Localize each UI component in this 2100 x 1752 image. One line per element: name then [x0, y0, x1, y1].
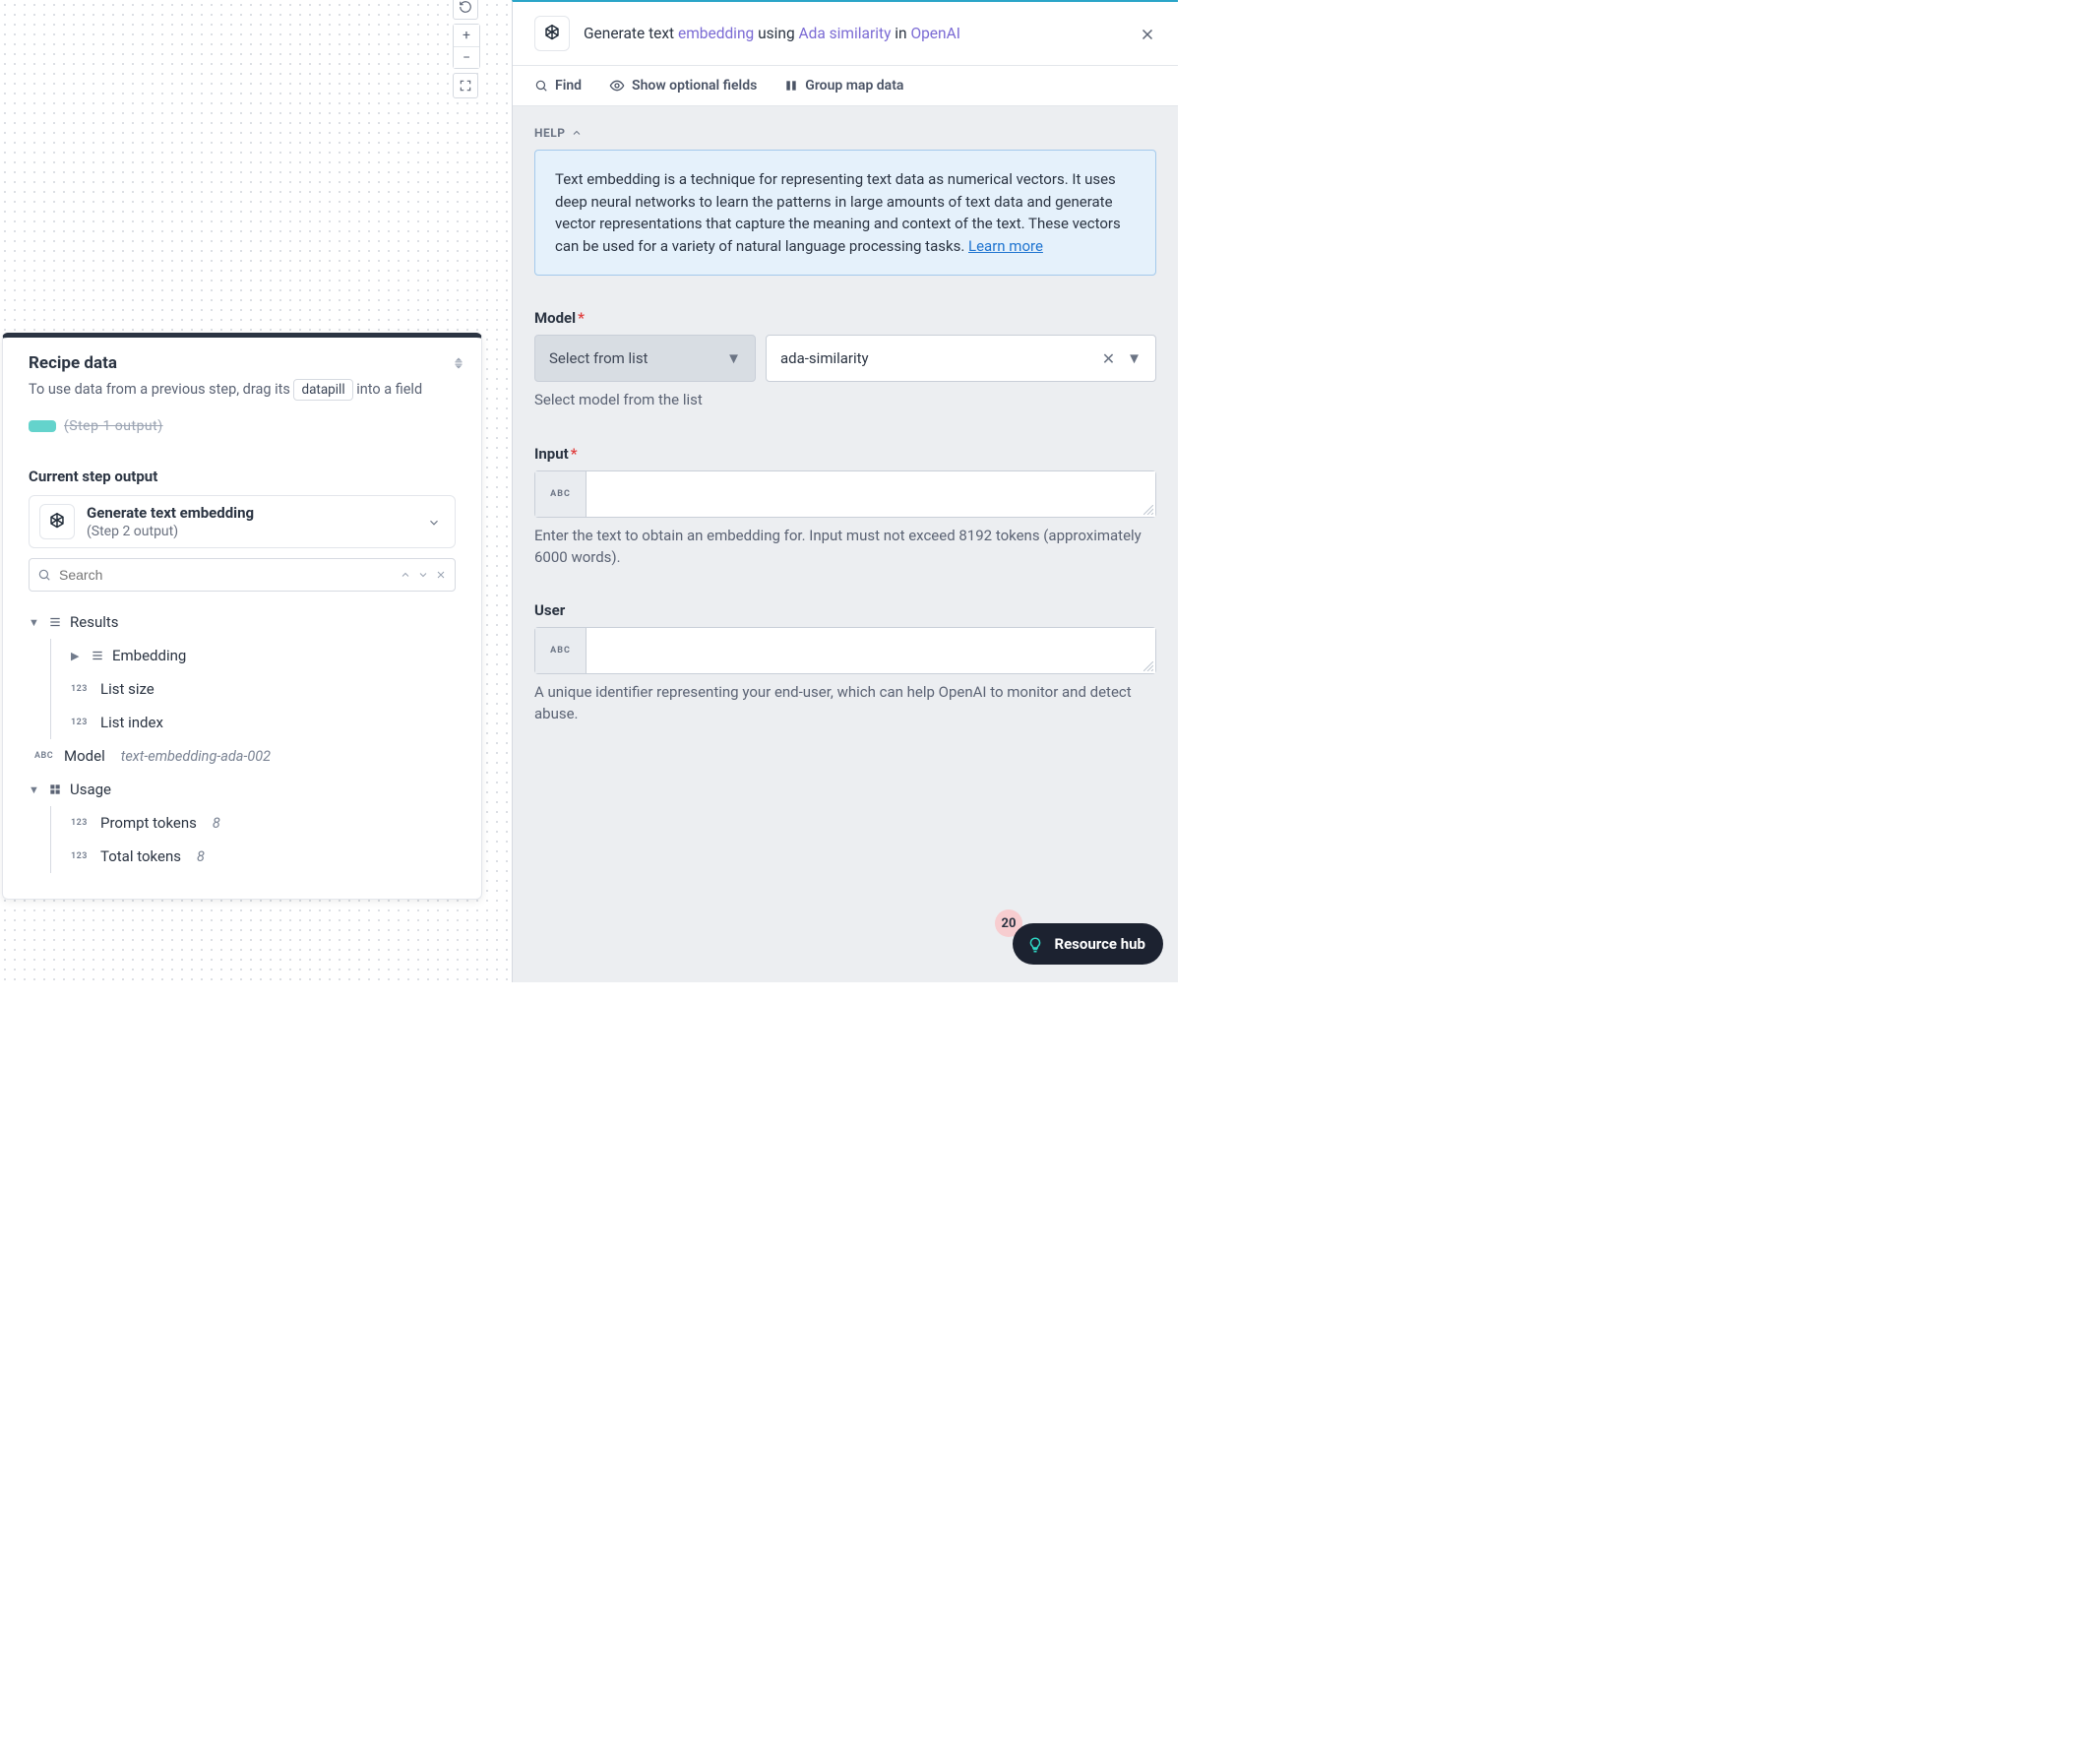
openai-logo-icon [534, 16, 570, 51]
model-field: Model* Select from list ▼ ada-similarity… [534, 309, 1156, 411]
input-label: Input* [534, 445, 1156, 463]
tree-node-list-size[interactable]: 123 List size [71, 672, 463, 706]
step2-subtitle: (Step 2 output) [87, 524, 254, 539]
group-map-button[interactable]: Group map data [784, 78, 903, 94]
user-help: A unique identifier representing your en… [534, 682, 1156, 725]
close-button[interactable] [1139, 24, 1156, 44]
panel-title: Generate text embedding using Ada simila… [584, 25, 960, 42]
model-mode-select[interactable]: Select from list ▼ [534, 335, 756, 382]
learn-more-link[interactable]: Learn more [968, 237, 1043, 255]
step2-card[interactable]: Generate text embedding (Step 2 output) [29, 495, 456, 548]
settings-panel: Generate text embedding using Ada simila… [512, 0, 1178, 982]
clear-icon[interactable]: ✕ [1102, 349, 1115, 368]
help-box: Text embedding is a technique for repres… [534, 150, 1156, 276]
search-next-icon[interactable] [417, 567, 429, 583]
zoom-group: + − [453, 24, 480, 69]
step1-label: (Step 1 output) [64, 418, 163, 434]
model-value-select[interactable]: ada-similarity ✕ ▼ [766, 335, 1156, 382]
search-clear-icon[interactable] [435, 567, 447, 583]
tree-node-model[interactable]: ABC Model text-embedding-ada-002 [34, 739, 463, 773]
undo-button[interactable] [453, 0, 478, 20]
user-textarea[interactable] [587, 628, 1155, 673]
search-input[interactable] [59, 567, 394, 583]
type-number-icon: 123 [71, 818, 93, 828]
model-help: Select model from the list [534, 390, 1156, 411]
caret-down-icon: ▼ [29, 783, 40, 796]
zoom-out-button[interactable]: − [454, 46, 479, 68]
input-field: Input* ABC Enter the text to obtain an e… [534, 445, 1156, 569]
resize-handle-icon[interactable] [1143, 661, 1153, 671]
find-button[interactable]: Find [534, 78, 582, 94]
user-label: User [534, 601, 1156, 619]
step1-color-icon [29, 420, 56, 432]
tree-node-embedding[interactable]: ▶ Embedding [71, 639, 463, 672]
user-field: User ABC A unique identifier representin… [534, 601, 1156, 725]
type-number-icon: 123 [71, 718, 93, 727]
resize-handle-icon[interactable] [1143, 505, 1153, 515]
search-box[interactable] [29, 558, 456, 592]
zoom-in-button[interactable]: + [454, 25, 479, 46]
recipe-data-panel: Recipe data To use data from a previous … [2, 333, 482, 900]
search-prev-icon[interactable] [400, 567, 411, 583]
panel-drag-handle-icon[interactable] [452, 355, 465, 370]
type-number-icon: 123 [71, 684, 93, 694]
panel-header: Generate text embedding using Ada simila… [513, 2, 1178, 66]
caret-down-icon: ▼ [29, 616, 40, 629]
step2-title: Generate text embedding [87, 504, 254, 522]
show-optional-button[interactable]: Show optional fields [609, 78, 757, 94]
caret-down-icon: ▼ [726, 349, 741, 367]
type-string-icon: ABC [535, 471, 587, 517]
canvas-controls: + − [453, 0, 480, 98]
caret-down-icon: ▼ [1127, 349, 1142, 367]
output-tree: ▼ Results ▶ Embedding 123 List size 123 … [29, 605, 463, 873]
input-textarea[interactable] [587, 471, 1155, 517]
input-help: Enter the text to obtain an embedding fo… [534, 526, 1156, 569]
type-string-icon: ABC [34, 751, 56, 761]
list-icon [91, 649, 104, 662]
tree-node-list-index[interactable]: 123 List index [71, 706, 463, 739]
resource-hub-label: Resource hub [1054, 935, 1145, 953]
lightbulb-icon [1026, 934, 1044, 953]
recipe-data-subtitle: To use data from a previous step, drag i… [29, 379, 456, 401]
panel-toolbar: Find Show optional fields Group map data [513, 66, 1178, 106]
canvas-area[interactable]: + − Recipe data To use data from a previ… [0, 0, 512, 982]
help-section-title[interactable]: HELP [534, 126, 1156, 140]
caret-right-icon: ▶ [71, 650, 83, 662]
tree-node-usage[interactable]: ▼ Usage [29, 773, 463, 806]
model-label: Model* [534, 309, 1156, 327]
chevron-down-icon [427, 513, 441, 532]
recipe-data-title: Recipe data [29, 353, 456, 373]
current-step-output-heading: Current step output [29, 468, 456, 485]
type-number-icon: 123 [71, 851, 93, 861]
tree-node-results[interactable]: ▼ Results [29, 605, 463, 639]
tree-node-total-tokens[interactable]: 123 Total tokens 8 [71, 840, 463, 873]
datapill-tag[interactable]: datapill [293, 379, 352, 401]
object-icon [48, 782, 62, 796]
list-icon [48, 615, 62, 629]
resource-hub-button[interactable]: Resource hub [1013, 923, 1163, 965]
openai-logo-icon [39, 504, 75, 539]
step1-chip[interactable]: (Step 1 output) [29, 418, 456, 434]
tree-node-model-value: text-embedding-ada-002 [121, 748, 271, 765]
type-string-icon: ABC [535, 628, 587, 673]
search-icon [37, 567, 51, 583]
chevron-up-icon [571, 127, 583, 139]
tree-node-prompt-tokens[interactable]: 123 Prompt tokens 8 [71, 806, 463, 840]
fit-button[interactable] [453, 73, 478, 98]
